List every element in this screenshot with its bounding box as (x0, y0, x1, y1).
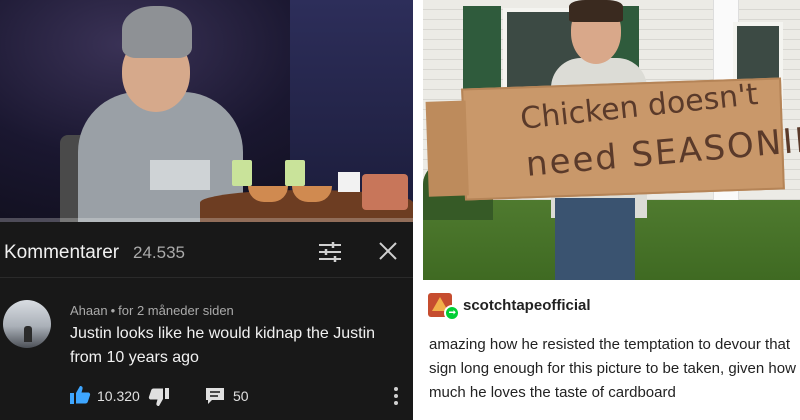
avatar-figure (24, 326, 32, 342)
cardboard-flap (425, 100, 469, 197)
avatar[interactable] (3, 300, 51, 348)
cardboard-sign: Chicken doesn't need SEASONING (425, 77, 800, 201)
comments-title: Kommentarer (4, 242, 120, 263)
comments-count: 24.535 (133, 243, 185, 262)
thumbs-up-icon[interactable] (69, 385, 91, 405)
divider (0, 277, 413, 278)
reblog-icon (444, 305, 460, 321)
like-count: 10.320 (97, 388, 140, 404)
comment-meta: Ahaan • for 2 måneder siden (70, 303, 234, 318)
boy-hair (569, 0, 623, 22)
comment-author[interactable]: Ahaan (70, 303, 108, 318)
blog-username[interactable]: scotchtapeofficial (463, 297, 591, 314)
video-player[interactable] (0, 0, 413, 222)
reply-count: 50 (233, 388, 249, 404)
comment-time: for 2 måneder siden (118, 303, 234, 318)
hoodie-print (150, 160, 210, 190)
boy-jeans (555, 198, 635, 280)
thumbs-down-icon[interactable] (148, 388, 170, 408)
tumblr-post-panel: Chicken doesn't need SEASONING scotchtap… (423, 0, 800, 420)
close-icon[interactable] (378, 241, 398, 261)
drink-glass (285, 160, 305, 186)
beanie (122, 6, 192, 58)
dessert (362, 174, 408, 210)
post-text: amazing how he resisted the temptation t… (429, 336, 796, 401)
comments-header: Kommentarer 24.535 (0, 222, 413, 278)
reply-icon[interactable] (204, 386, 226, 406)
more-vert-icon[interactable] (392, 386, 400, 406)
drink-glass (232, 160, 252, 186)
comment-text: Justin looks like he would kidnap the Ju… (70, 325, 376, 366)
table-sign (338, 172, 360, 192)
sort-icon[interactable] (318, 241, 342, 263)
post-photo[interactable]: Chicken doesn't need SEASONING (423, 0, 800, 280)
meta-separator: • (110, 303, 116, 318)
youtube-comment-panel: Kommentarer 24.535 Ahaan • for 2 måneder s… (0, 0, 413, 420)
